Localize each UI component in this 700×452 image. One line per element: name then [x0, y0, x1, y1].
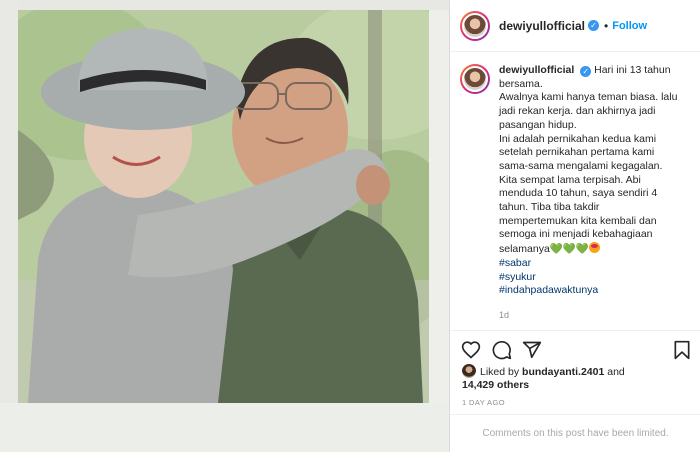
caption-line: tahun. Tiba tiba takdir	[499, 201, 600, 214]
caption-line: Kita sempat lama terpisah. Abi	[499, 173, 641, 186]
caption-line: Awalnya kami hanya teman biasa. lalu	[499, 91, 678, 104]
caption-line: menduda 10 tahun, saya sendiri 4	[499, 187, 658, 200]
frame-border-bottom	[0, 403, 449, 452]
frame-border-top	[0, 0, 449, 10]
avatar-image	[462, 12, 488, 39]
heart-eyes-emoji-icon	[589, 242, 601, 254]
caption-line: bersama.	[499, 77, 543, 90]
author-avatar[interactable]	[460, 10, 490, 41]
caption-line: Hari ini 13 tahun	[594, 64, 671, 76]
hashtag-link[interactable]: #syukur	[499, 271, 694, 285]
header-separator: •	[604, 18, 609, 33]
avatar-image	[462, 66, 488, 92]
liker-avatar[interactable]	[462, 364, 476, 378]
verified-badge-icon: ✓	[588, 20, 600, 31]
caption-line: mempertemukan kita kembali dan	[499, 214, 657, 227]
hashtag-link[interactable]: #indahpadawaktunya	[499, 284, 694, 298]
caption-line: setelah pernikahan pertama kami	[499, 146, 655, 159]
caption-username[interactable]: dewiyullofficial	[499, 64, 574, 76]
action-bar	[450, 330, 700, 366]
caption-timestamp[interactable]: 1d	[499, 309, 694, 323]
heart-icon[interactable]	[461, 340, 481, 360]
liked-by-and: and	[607, 366, 625, 378]
caption-line: jadi rekan kerja. dan akhirnya jadi	[499, 105, 656, 118]
comments-limited-notice: Comments on this post have been limited.	[450, 414, 700, 452]
caption-line: Ini adalah pernikahan kedua kami	[499, 132, 657, 145]
caption-line: semoga ini menjadi kebahagiaan	[499, 228, 653, 241]
comment-icon[interactable]	[492, 340, 512, 360]
caption-line: selamanya	[499, 243, 550, 256]
couple-photo-illustration	[18, 10, 429, 403]
post-side-panel: dewiyullofficial ✓ • Follow dewiyulloffi…	[449, 0, 700, 452]
caption-text: dewiyullofficial ✓ Hari ini 13 tahun ber…	[499, 64, 694, 326]
follow-button[interactable]: Follow	[612, 20, 647, 32]
caption-author-avatar[interactable]	[460, 64, 490, 94]
post-header: dewiyullofficial ✓ • Follow	[450, 0, 700, 52]
post-photo[interactable]	[18, 10, 429, 403]
hashtag-link[interactable]: #sabar	[499, 257, 694, 271]
post-timestamp[interactable]: 1 DAY AGO	[462, 398, 505, 407]
share-icon[interactable]	[522, 340, 542, 360]
post-media-frame	[0, 0, 449, 452]
liked-by-prefix: Liked by	[480, 366, 520, 378]
caption-line: sama-sama mengalami kegagalan.	[499, 159, 663, 172]
verified-badge-icon: ✓	[580, 66, 592, 77]
bookmark-icon[interactable]	[672, 340, 692, 360]
author-username[interactable]: dewiyullofficial	[499, 19, 585, 33]
likes-count[interactable]: 14,429 others	[462, 379, 529, 391]
green-heart-emoji: 💚💚💚	[549, 243, 590, 256]
frame-border-left	[0, 0, 18, 452]
caption-line: pasangan hidup.	[499, 118, 577, 131]
caption-block: dewiyullofficial ✓ Hari ini 13 tahun ber…	[460, 64, 696, 326]
liked-by-username[interactable]: bundayanti.2401	[522, 366, 604, 378]
likes-summary: Liked by bundayanti.2401 and 14,429 othe…	[462, 364, 692, 392]
